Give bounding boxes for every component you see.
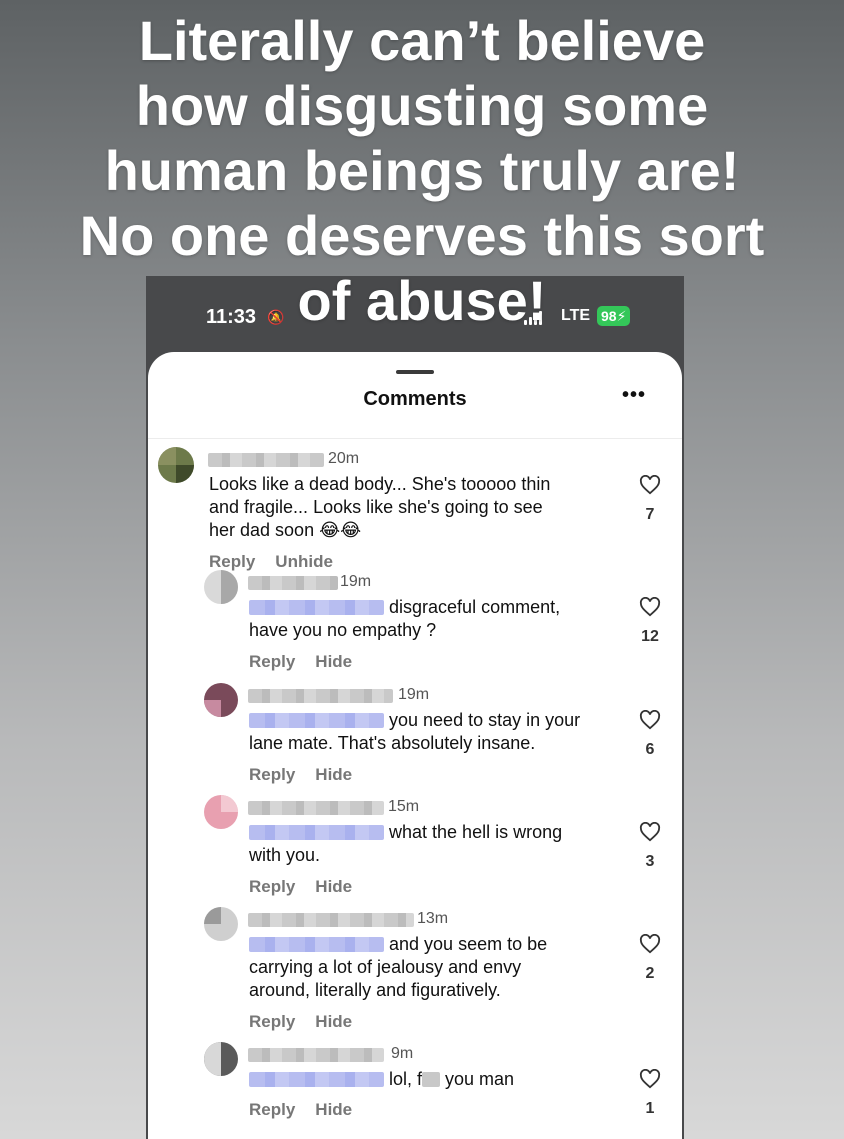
- caption-line: how disgusting some: [135, 74, 709, 137]
- like-count: 7: [645, 506, 655, 523]
- censor-blurred: [422, 1072, 441, 1087]
- unhide-button[interactable]: Unhide: [275, 552, 333, 571]
- reply-item: 9m lol, f you man Reply Hide 1: [148, 1042, 682, 1139]
- comment-text-first: what the hell is wrong: [389, 822, 563, 842]
- hide-button[interactable]: Hide: [315, 652, 352, 671]
- sheet-title: Comments: [363, 388, 467, 410]
- avatar[interactable]: [204, 683, 238, 717]
- mention-blurred[interactable]: [249, 713, 384, 728]
- reply-button[interactable]: Reply: [249, 1100, 295, 1119]
- comment-text: lol, f you man: [249, 1068, 629, 1091]
- phone-screenshot: 11:33 🔕 LTE 98⚡ Comments ••• 20m Looks l…: [146, 276, 684, 1139]
- comment-text: what the hell is wrong with you.: [249, 821, 629, 867]
- header-divider: [148, 438, 682, 439]
- comment-text: and you seem to be carrying a lot of jea…: [249, 933, 629, 1002]
- comment-actions: Reply Unhide: [209, 552, 353, 572]
- story-caption: Literally can’t believe how disgusting s…: [0, 8, 844, 333]
- comment-time: 20m: [328, 450, 360, 467]
- heart-icon[interactable]: [639, 475, 661, 495]
- comment-time: 13m: [417, 910, 449, 927]
- sheet-grabber[interactable]: [396, 370, 434, 374]
- caption-line: No one deserves this sort: [79, 204, 765, 267]
- username-blurred[interactable]: [248, 689, 393, 703]
- comment-text-rest: with you.: [249, 845, 321, 865]
- heart-icon[interactable]: [639, 934, 661, 954]
- username-blurred[interactable]: [248, 801, 384, 815]
- heart-icon[interactable]: [639, 710, 661, 730]
- mention-blurred[interactable]: [249, 600, 384, 615]
- comment-text-first: and you seem to be: [389, 934, 548, 954]
- comment-text-first: lol, f: [389, 1069, 423, 1089]
- caption-line: human beings truly are!: [104, 139, 740, 202]
- like-count: 2: [645, 965, 655, 982]
- avatar[interactable]: [204, 1042, 238, 1076]
- reply-item: 15m what the hell is wrong with you. Rep…: [148, 795, 682, 905]
- more-options-icon[interactable]: •••: [622, 384, 646, 407]
- avatar[interactable]: [204, 570, 238, 604]
- comment-text-rest: you man: [440, 1069, 515, 1089]
- reply-item: 13m and you seem to be carrying a lot of…: [148, 907, 682, 1039]
- reply-item: 19m disgraceful comment, have you no emp…: [148, 570, 682, 680]
- heart-icon[interactable]: [639, 822, 661, 842]
- hide-button[interactable]: Hide: [315, 1012, 352, 1031]
- reply-button[interactable]: Reply: [209, 552, 255, 571]
- comment-actions: Reply Hide: [249, 652, 372, 672]
- comment-text-rest: have you no empathy ?: [249, 620, 437, 640]
- hide-button[interactable]: Hide: [315, 1100, 352, 1119]
- username-blurred[interactable]: [248, 913, 414, 927]
- caption-line: of abuse!: [297, 269, 547, 332]
- comment-time: 9m: [391, 1045, 414, 1062]
- comment-actions: Reply Hide: [249, 877, 372, 897]
- avatar[interactable]: [204, 907, 238, 941]
- mention-blurred[interactable]: [249, 1072, 384, 1087]
- reply-button[interactable]: Reply: [249, 765, 295, 784]
- heart-icon[interactable]: [639, 597, 661, 617]
- username-blurred[interactable]: [248, 576, 338, 590]
- like-count: 6: [645, 741, 655, 758]
- comment-item: 20m Looks like a dead body... She's tooo…: [148, 447, 682, 587]
- username-blurred[interactable]: [208, 453, 324, 467]
- avatar[interactable]: [204, 795, 238, 829]
- reply-button[interactable]: Reply: [249, 1012, 295, 1031]
- mention-blurred[interactable]: [249, 937, 384, 952]
- comments-sheet: Comments ••• 20m Looks like a dead body.…: [148, 352, 682, 1139]
- username-blurred[interactable]: [248, 1048, 384, 1062]
- mention-blurred[interactable]: [249, 825, 384, 840]
- reply-item: 19m you need to stay in your lane mate. …: [148, 683, 682, 793]
- comment-text-rest: carrying a lot of jealousy and envy arou…: [249, 957, 522, 1000]
- comment-text: you need to stay in your lane mate. That…: [249, 709, 629, 755]
- comment-text: disgraceful comment, have you no empathy…: [249, 596, 629, 642]
- comment-text-rest: lane mate. That's absolutely insane.: [249, 733, 536, 753]
- avatar[interactable]: [158, 447, 194, 483]
- comment-time: 19m: [340, 573, 372, 590]
- hide-button[interactable]: Hide: [315, 765, 352, 784]
- comment-text-first: disgraceful comment,: [389, 597, 561, 617]
- like-count: 1: [645, 1100, 655, 1117]
- reply-button[interactable]: Reply: [249, 652, 295, 671]
- like-count: 3: [645, 853, 655, 870]
- hide-button[interactable]: Hide: [315, 877, 352, 896]
- comment-actions: Reply Hide: [249, 1100, 372, 1120]
- comment-text-first: you need to stay in your: [389, 710, 581, 730]
- comment-actions: Reply Hide: [249, 765, 372, 785]
- reply-button[interactable]: Reply: [249, 877, 295, 896]
- comment-text: Looks like a dead body... She's tooooo t…: [209, 474, 551, 540]
- like-count: 12: [641, 628, 659, 645]
- caption-line: Literally can’t believe: [138, 9, 706, 72]
- heart-icon[interactable]: [639, 1069, 661, 1089]
- comment-actions: Reply Hide: [249, 1012, 372, 1032]
- comment-time: 15m: [388, 798, 420, 815]
- comment-time: 19m: [398, 686, 430, 703]
